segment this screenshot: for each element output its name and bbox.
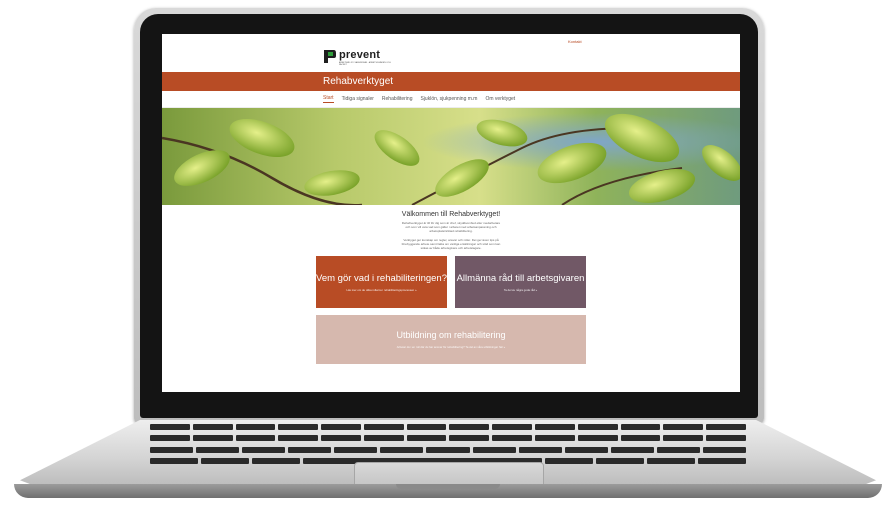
site-title[interactable]: Rehabverktyget <box>323 76 393 87</box>
nav-item-tidiga-signaler[interactable]: Tidiga signaler <box>342 96 374 103</box>
card-link[interactable]: Läs mer om de olika rollerna i rehabilit… <box>346 288 416 292</box>
welcome-title: Välkommen till Rehabverktyget! <box>401 211 501 218</box>
prevent-logo[interactable]: prevent ARBETSMILJÖ I SAMVERKAN · ARBETS… <box>324 50 391 66</box>
card-title: Utbildning om rehabilitering <box>396 330 506 340</box>
card-link[interactable]: Arbetar du i en roll där du har ansvar f… <box>397 345 505 349</box>
card-link[interactable]: Ta del av några goda råd » <box>504 288 537 292</box>
welcome-section: Välkommen till Rehabverktyget! Rehabverk… <box>162 205 740 366</box>
nav-item-om-verktyget[interactable]: Om verktyget <box>485 96 515 103</box>
card-title: Allmänna råd till arbetsgivaren <box>456 272 585 284</box>
logo-tagline: ARBETSMILJÖ I SAMVERKAN · ARBETSGIVAREN … <box>339 62 391 66</box>
logo-text: prevent <box>339 49 381 61</box>
welcome-paragraph-1: Rehabverktyget är till för dig som är ch… <box>401 221 501 233</box>
main-nav: Start Tidiga signaler Rehabilitering Sju… <box>162 91 740 108</box>
card-title: Vem gör vad i rehabiliteringen? <box>316 272 447 284</box>
nav-item-rehabilitering[interactable]: Rehabilitering <box>382 96 413 103</box>
laptop-keyboard <box>150 424 747 464</box>
card-allmanna-rad[interactable]: Allmänna råd till arbetsgivaren Ta del a… <box>455 256 586 308</box>
laptop-notch <box>396 484 500 489</box>
welcome-paragraph-2: Verktyget ger kunskap om regler, ansvar … <box>401 238 501 250</box>
card-utbildning[interactable]: Utbildning om rehabilitering Arbetar du … <box>316 315 586 364</box>
site-header: prevent ARBETSMILJÖ I SAMVERKAN · ARBETS… <box>162 34 740 72</box>
contact-link[interactable]: Kontakt <box>568 39 582 44</box>
title-bar: Rehabverktyget <box>162 72 740 91</box>
nav-item-sjuklon[interactable]: Sjuklön, sjukpenning m.m <box>420 96 477 103</box>
hero-image <box>162 108 740 205</box>
laptop-screen: prevent ARBETSMILJÖ I SAMVERKAN · ARBETS… <box>162 34 740 392</box>
hero-leaves-image <box>162 108 740 205</box>
feature-cards: Vem gör vad i rehabiliteringen? Läs mer … <box>316 256 586 366</box>
prevent-logo-icon <box>324 50 336 63</box>
nav-item-start[interactable]: Start <box>323 95 334 103</box>
card-vem-gor-vad[interactable]: Vem gör vad i rehabiliteringen? Läs mer … <box>316 256 447 308</box>
